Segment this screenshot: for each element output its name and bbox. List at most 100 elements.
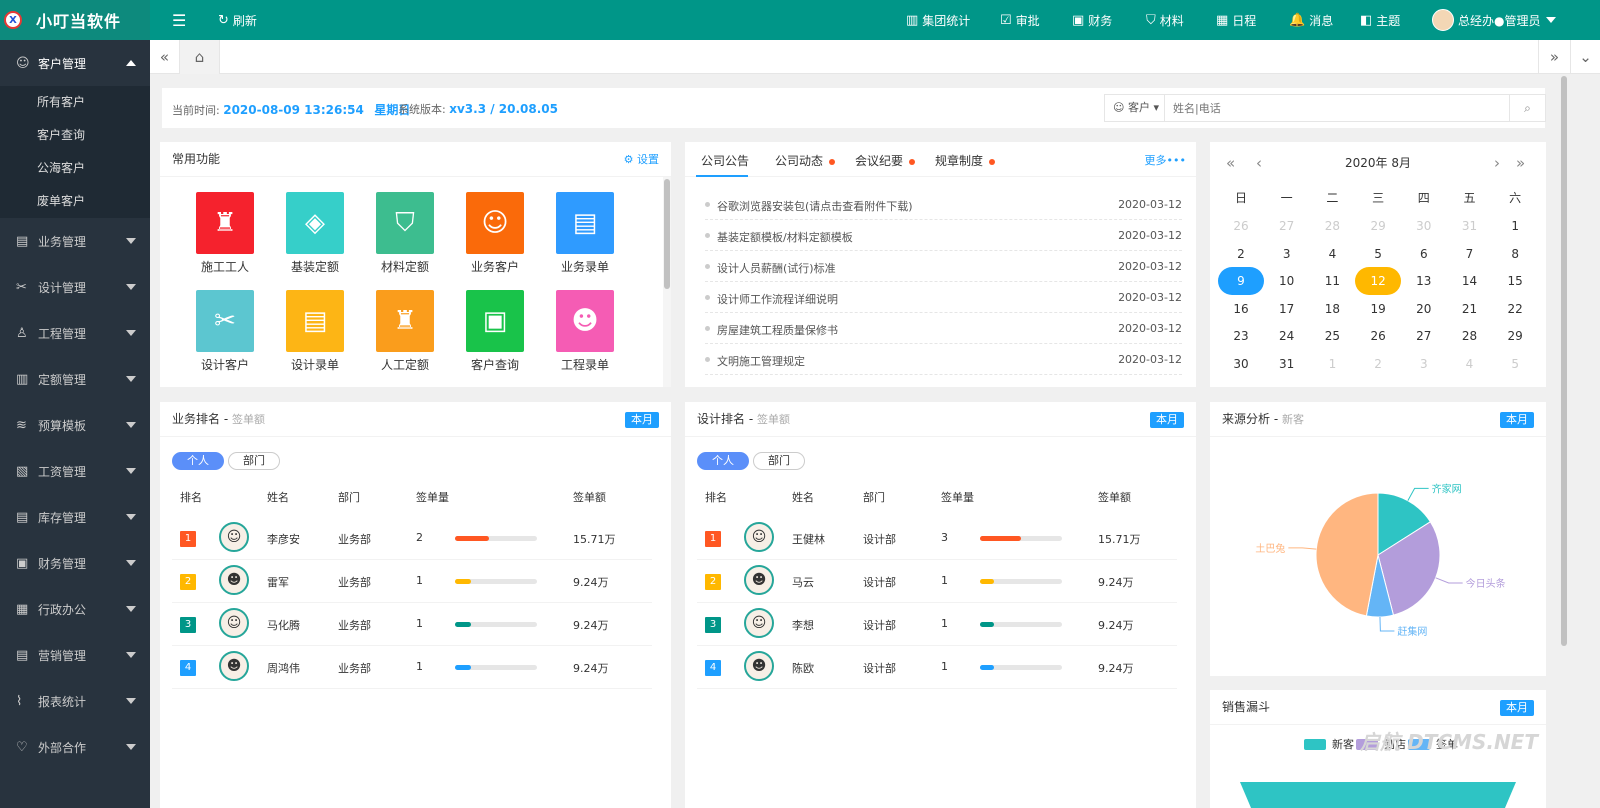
sidebar-group-1[interactable]: ▤ 业务管理 bbox=[0, 218, 150, 264]
scroll-left-icon[interactable]: « bbox=[150, 40, 180, 74]
topbar-calendar-button[interactable]: ▦ 日程 bbox=[1216, 0, 1256, 40]
sidebar-group-8[interactable]: ▣ 财务管理 bbox=[0, 540, 150, 586]
calendar-day[interactable]: 7 bbox=[1447, 240, 1493, 268]
shortcut-tile[interactable]: ⛉ 材料定额 bbox=[360, 192, 450, 275]
search-type-select[interactable]: ☺ 客户 ▾ bbox=[1105, 95, 1165, 121]
search-input[interactable] bbox=[1167, 95, 1507, 121]
topbar-finance-button[interactable]: ▣ 财务 bbox=[1072, 0, 1112, 40]
calendar-day[interactable]: 6 bbox=[1401, 240, 1447, 268]
shortcut-tile[interactable]: ♜ 施工工人 bbox=[180, 192, 270, 275]
calendar-day[interactable]: 4 bbox=[1309, 240, 1355, 268]
tab-menu-icon[interactable]: ⌄ bbox=[1570, 40, 1600, 74]
calendar-day[interactable]: 11 bbox=[1309, 267, 1355, 295]
refresh-button[interactable]: ↻ 刷新 bbox=[218, 0, 257, 40]
calendar-day[interactable]: 26 bbox=[1218, 212, 1264, 240]
table-row[interactable]: 2 ☻ 马云 设计部 1 9.24万 bbox=[697, 560, 1177, 603]
news-item[interactable]: 文明施工管理规定 2020-03-12 bbox=[705, 344, 1182, 375]
calendar-day[interactable]: 31 bbox=[1447, 212, 1493, 240]
sidebar-group-10[interactable]: ▤ 营销管理 bbox=[0, 632, 150, 678]
calendar-day[interactable]: 20 bbox=[1401, 295, 1447, 323]
sidebar-group-9[interactable]: ▦ 行政办公 bbox=[0, 586, 150, 632]
news-item[interactable]: 设计师工作流程详细说明 2020-03-12 bbox=[705, 282, 1182, 313]
calendar-day[interactable]: 27 bbox=[1401, 322, 1447, 350]
sidebar-group-3[interactable]: ♙ 工程管理 bbox=[0, 310, 150, 356]
menu-fold-icon[interactable]: ☰ bbox=[172, 0, 186, 40]
legend-item[interactable]: 新客 bbox=[1304, 736, 1354, 752]
period-badge[interactable]: 本月 bbox=[625, 412, 659, 428]
calendar-day[interactable]: 29 bbox=[1492, 322, 1538, 350]
news-item[interactable]: 基装定额模板/材料定额模板 2020-03-12 bbox=[705, 220, 1182, 251]
app-logo[interactable]: X 小叮当软件 bbox=[0, 0, 150, 40]
shortcut-tile[interactable]: ▤ 业务录单 bbox=[540, 192, 630, 275]
segment-department[interactable]: 部门 bbox=[753, 452, 805, 470]
tab-news-1[interactable]: 公司动态 bbox=[775, 152, 836, 169]
calendar-day[interactable]: 28 bbox=[1447, 322, 1493, 350]
segment-personal[interactable]: 个人 bbox=[697, 452, 749, 470]
news-item[interactable]: 设计人员薪酬(试行)标准 2020-03-12 bbox=[705, 251, 1182, 282]
tab-news-2[interactable]: 会议纪要 bbox=[855, 152, 916, 169]
more-link[interactable]: 更多••• bbox=[1145, 152, 1186, 168]
segment-personal[interactable]: 个人 bbox=[172, 452, 224, 470]
pie-slice[interactable] bbox=[1315, 492, 1379, 617]
next-year-icon[interactable]: » bbox=[1516, 154, 1525, 172]
page-scrollbar[interactable] bbox=[1560, 74, 1568, 808]
next-month-icon[interactable]: › bbox=[1494, 154, 1500, 172]
calendar-day[interactable]: 1 bbox=[1309, 350, 1355, 378]
tab-news-3[interactable]: 规章制度 bbox=[935, 152, 996, 169]
sidebar-group-6[interactable]: ▧ 工资管理 bbox=[0, 448, 150, 494]
table-row[interactable]: 1 ☺ 王健林 设计部 3 15.71万 bbox=[697, 517, 1177, 560]
topbar-material-button[interactable]: ⛉ 材料 bbox=[1146, 0, 1184, 40]
calendar-day[interactable]: 9 bbox=[1218, 267, 1264, 296]
segment-department[interactable]: 部门 bbox=[228, 452, 280, 470]
calendar-day[interactable]: 13 bbox=[1401, 267, 1447, 295]
shortcut-tile[interactable]: ✂ 设计客户 bbox=[180, 290, 270, 373]
calendar-day[interactable]: 12 bbox=[1355, 267, 1402, 296]
calendar-day[interactable]: 21 bbox=[1447, 295, 1493, 323]
news-item[interactable]: 谷歌浏览器安装包(请点击查看附件下载) 2020-03-12 bbox=[705, 189, 1182, 220]
table-row[interactable]: 4 ☻ 陈欧 设计部 1 9.24万 bbox=[697, 646, 1177, 689]
sidebar-group-12[interactable]: ♡ 外部合作 bbox=[0, 724, 150, 770]
calendar-day[interactable]: 17 bbox=[1264, 295, 1310, 323]
period-badge[interactable]: 本月 bbox=[1150, 412, 1184, 428]
calendar-day[interactable]: 30 bbox=[1401, 212, 1447, 240]
shortcut-tile[interactable]: ☻ 工程录单 bbox=[540, 290, 630, 373]
calendar-day[interactable]: 16 bbox=[1218, 295, 1264, 323]
sidebar-group-11[interactable]: ⌇ 报表统计 bbox=[0, 678, 150, 724]
calendar-day[interactable]: 10 bbox=[1264, 267, 1310, 295]
calendar-day[interactable]: 31 bbox=[1264, 350, 1310, 378]
calendar-day[interactable]: 5 bbox=[1355, 240, 1401, 268]
scroll-right-icon[interactable]: » bbox=[1538, 40, 1570, 74]
home-tab-icon[interactable]: ⌂ bbox=[180, 40, 220, 74]
tab-news-0[interactable]: 公司公告 bbox=[701, 152, 749, 169]
topbar-check-square-button[interactable]: ☑ 审批 bbox=[1000, 0, 1040, 40]
sidebar-group-0[interactable]: ☺ 客户管理 bbox=[0, 40, 150, 86]
calendar-day[interactable]: 1 bbox=[1492, 212, 1538, 240]
table-row[interactable]: 2 ☻ 雷军 业务部 1 9.24万 bbox=[172, 560, 652, 603]
calendar-day[interactable]: 22 bbox=[1492, 295, 1538, 323]
calendar-day[interactable]: 4 bbox=[1447, 350, 1493, 378]
calendar-day[interactable]: 28 bbox=[1309, 212, 1355, 240]
table-row[interactable]: 1 ☺ 李彦安 业务部 2 15.71万 bbox=[172, 517, 652, 560]
calendar-day[interactable]: 8 bbox=[1492, 240, 1538, 268]
topbar-chart-button[interactable]: ▥ 集团统计 bbox=[906, 0, 970, 40]
calendar-day[interactable]: 25 bbox=[1309, 322, 1355, 350]
period-badge[interactable]: 本月 bbox=[1500, 412, 1534, 428]
calendar-day[interactable]: 18 bbox=[1309, 295, 1355, 323]
sidebar-group-2[interactable]: ✂ 设计管理 bbox=[0, 264, 150, 310]
user-menu[interactable]: 总经办●管理员 bbox=[1432, 0, 1557, 40]
table-row[interactable]: 4 ☻ 周鸿伟 业务部 1 9.24万 bbox=[172, 646, 652, 689]
calendar-day[interactable]: 2 bbox=[1355, 350, 1401, 378]
calendar-day[interactable]: 26 bbox=[1355, 322, 1401, 350]
calendar-day[interactable]: 29 bbox=[1355, 212, 1401, 240]
calendar-day[interactable]: 2 bbox=[1218, 240, 1264, 268]
shortcut-tile[interactable]: ◈ 基装定额 bbox=[270, 192, 360, 275]
table-row[interactable]: 3 ☺ 马化腾 业务部 1 9.24万 bbox=[172, 603, 652, 646]
period-badge[interactable]: 本月 bbox=[1500, 700, 1534, 716]
search-button[interactable]: ⌕ bbox=[1509, 95, 1545, 121]
scrollbar[interactable] bbox=[663, 177, 671, 387]
topbar-theme-button[interactable]: ◧ 主题 bbox=[1360, 0, 1400, 40]
calendar-day[interactable]: 3 bbox=[1264, 240, 1310, 268]
calendar-day[interactable]: 27 bbox=[1264, 212, 1310, 240]
sidebar-item[interactable]: 废单客户 bbox=[0, 185, 150, 218]
calendar-day[interactable]: 15 bbox=[1492, 267, 1538, 295]
